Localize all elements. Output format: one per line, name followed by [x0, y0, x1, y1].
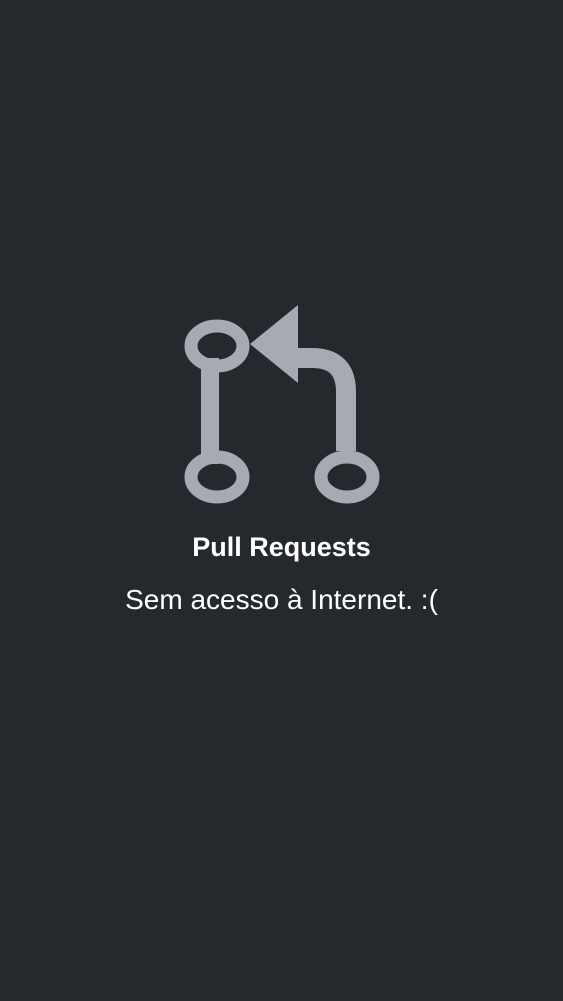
- empty-state-title: Pull Requests: [192, 532, 371, 562]
- empty-state: Pull Requests Sem acesso à Internet. :(: [0, 0, 563, 1001]
- git-pull-request-icon: [180, 300, 384, 504]
- empty-state-message: Sem acesso à Internet. :(: [125, 584, 438, 615]
